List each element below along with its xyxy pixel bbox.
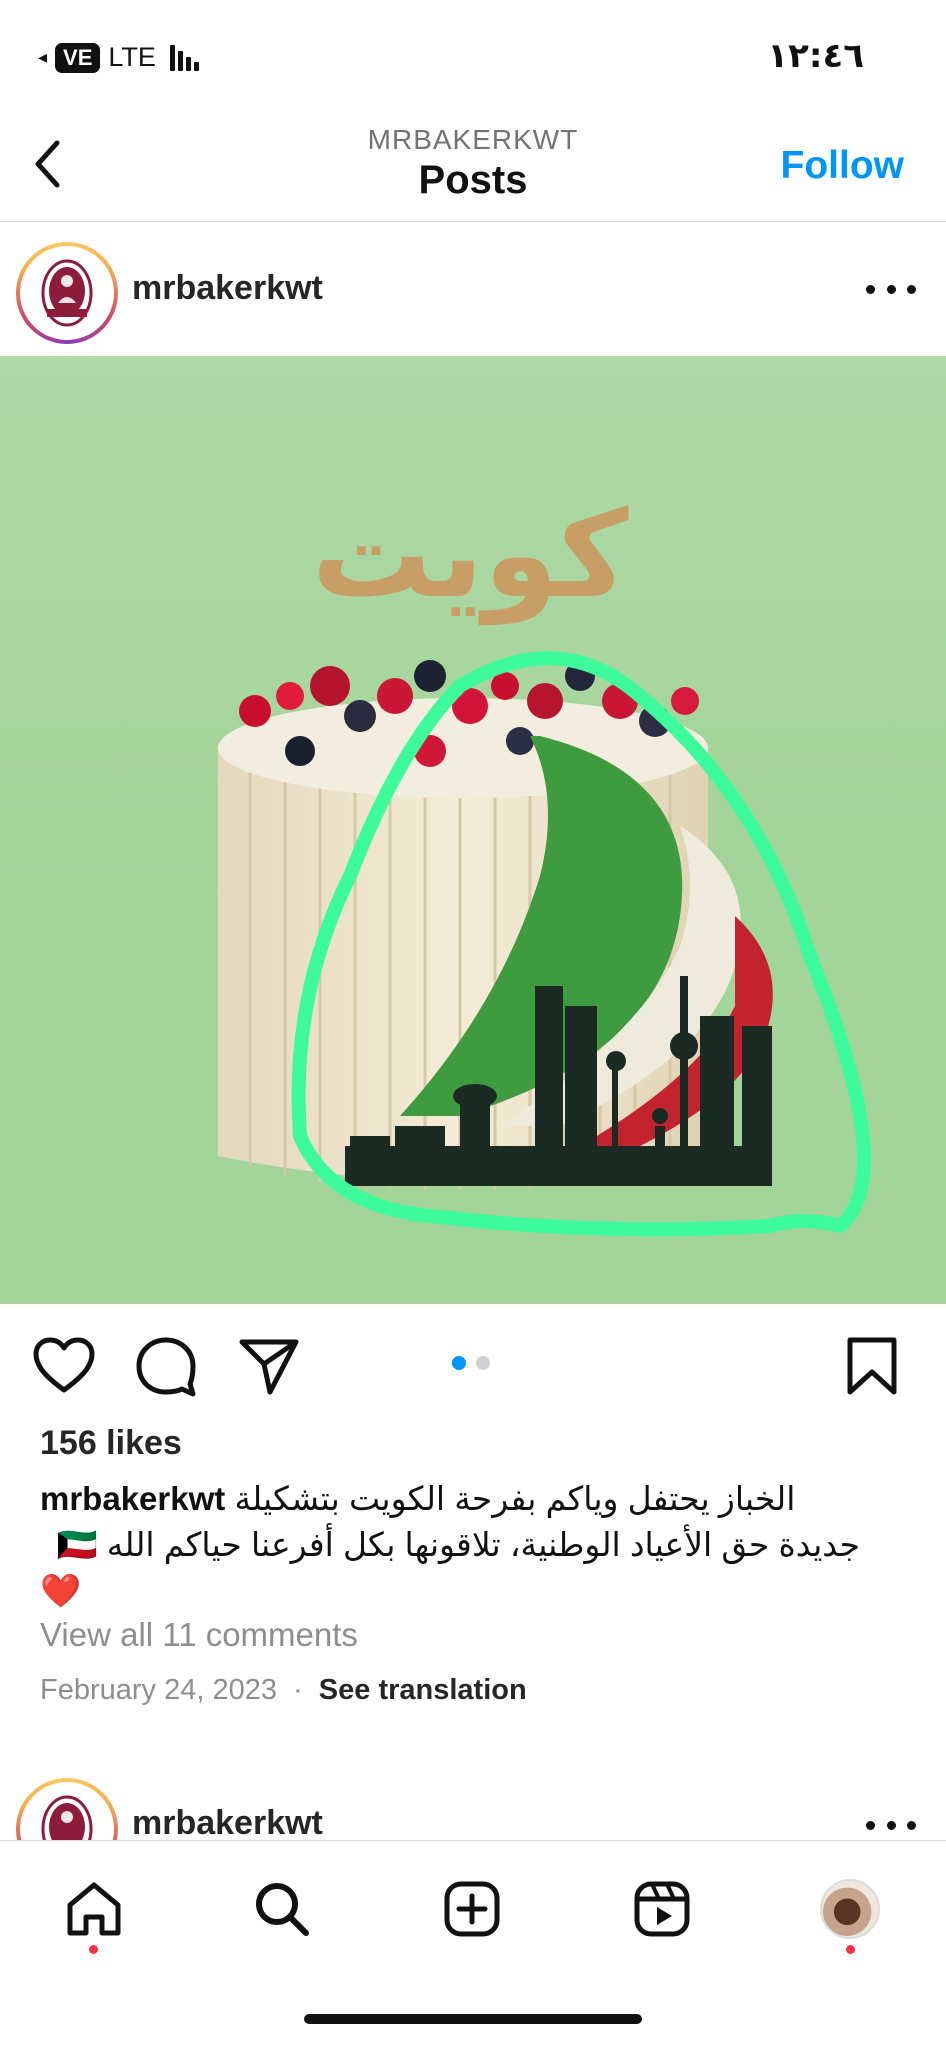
home-icon (67, 1882, 121, 1936)
follow-button[interactable]: Follow (781, 144, 904, 188)
brand-logo-icon (25, 251, 109, 335)
notification-dot (89, 1945, 98, 1954)
send-icon[interactable] (236, 1334, 300, 1398)
view-comments-link[interactable]: View all 11 comments (40, 1616, 358, 1654)
post-header: mrbakerkwt (0, 222, 946, 356)
see-translation-link[interactable]: See translation (319, 1674, 527, 1706)
post-username[interactable]: mrbakerkwt (132, 1804, 323, 1843)
post-date: February 24, 2023 (40, 1674, 277, 1706)
nav-reels[interactable] (622, 1869, 702, 1949)
nav-search[interactable] (242, 1869, 322, 1949)
clock: ١٢:٤٦ (767, 36, 864, 76)
signal-icon (169, 44, 199, 71)
more-horizontal-icon (866, 284, 875, 294)
location-icon: ◂ (38, 47, 48, 67)
kuwait-flag-emoji: 🇰🇼 (56, 1526, 98, 1563)
post-actions (0, 1304, 946, 1424)
post-username[interactable]: mrbakerkwt (132, 269, 323, 308)
profile-avatar (820, 1879, 880, 1939)
likes-count[interactable]: 156 likes (40, 1424, 182, 1463)
caption-line-1: الخباز يحتفل وياكم بفرحة الكويت بتشكيلة (234, 1480, 796, 1517)
carousel-dot-active (452, 1356, 466, 1370)
carousel-indicator (452, 1356, 490, 1370)
plus-square-icon (444, 1881, 500, 1937)
search-icon (256, 1883, 309, 1936)
more-options-button[interactable] (866, 1810, 916, 1840)
caption: mrbakerkwt الخباز يحتفل وياكم بفرحة الكو… (40, 1476, 870, 1614)
more-options-button[interactable] (866, 274, 916, 304)
notification-dot (846, 1945, 855, 1954)
meta-separator: · (293, 1674, 303, 1706)
carousel-dot (476, 1356, 490, 1370)
nav-profile[interactable] (810, 1869, 890, 1949)
more-horizontal-icon (866, 1820, 875, 1830)
home-indicator (304, 2014, 642, 2024)
caption-username[interactable]: mrbakerkwt (40, 1480, 225, 1517)
reels-icon (634, 1881, 690, 1937)
post-meta: February 24, 2023 · See translation (40, 1674, 527, 1707)
heart-emoji: ❤️ (40, 1572, 82, 1609)
avatar[interactable] (16, 242, 118, 344)
nav-create[interactable] (432, 1869, 512, 1949)
status-bar: ◂ VE LTE ١٢:٤٦ (0, 0, 946, 112)
topper-text: كويت (311, 486, 628, 625)
bookmark-icon[interactable] (840, 1334, 904, 1398)
heart-icon[interactable] (32, 1334, 96, 1398)
network-type: LTE (108, 42, 156, 72)
nav-home[interactable] (54, 1869, 134, 1949)
top-header: MRBAKERKWT Posts Follow (0, 112, 946, 222)
comment-icon[interactable] (134, 1334, 198, 1398)
network-badge: VE (55, 42, 101, 73)
cake-photo: كويت (0, 356, 946, 1304)
post-image[interactable]: كويت (0, 356, 946, 1304)
status-left: ◂ VE LTE (38, 42, 199, 73)
caption-line-2: جديدة حق الأعياد الوطنية، تلاقونها بكل أ… (106, 1526, 860, 1563)
